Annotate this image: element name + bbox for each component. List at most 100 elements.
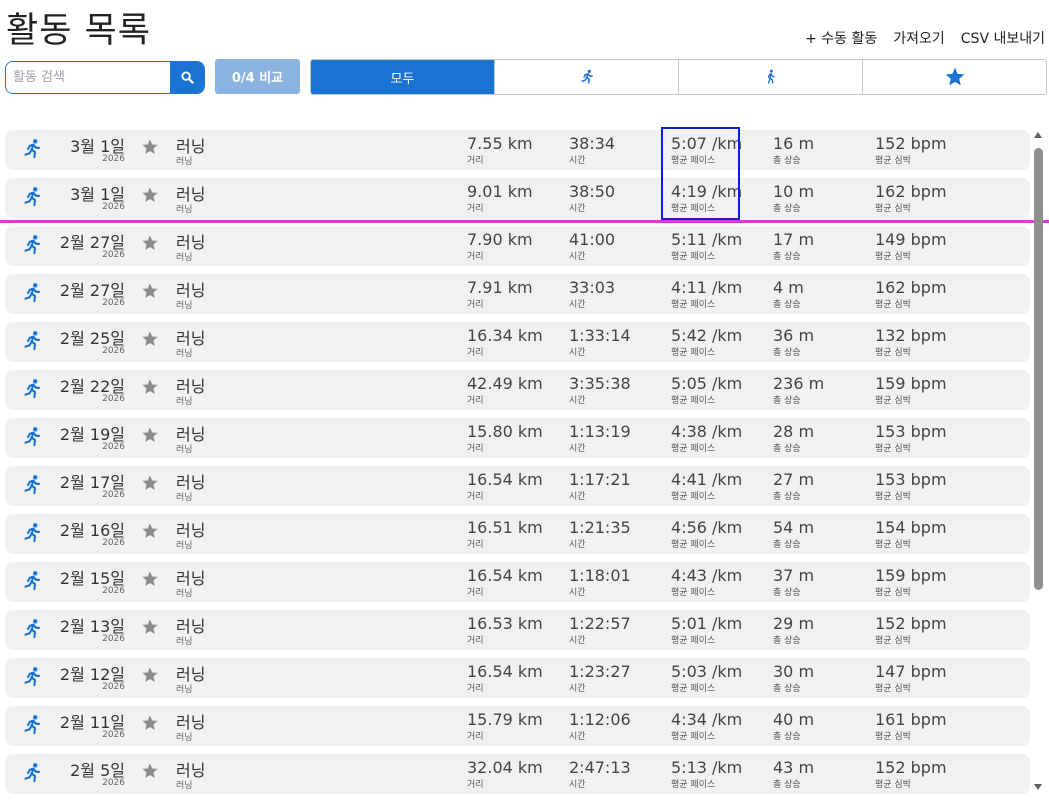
stat-distance: 7.90 km xyxy=(467,230,533,249)
stat-distance: 16.51 km xyxy=(467,518,543,537)
stat-time-label: 시간 xyxy=(569,252,586,262)
activity-row[interactable]: 2월 19일 2026 러닝 러닝 15.80 km 거리 1:13:19 시간 4:38 /k… xyxy=(5,418,1030,458)
star-icon[interactable] xyxy=(141,330,159,348)
activity-row[interactable]: 2월 25일 2026 러닝 러닝 16.34 km 거리 1:33:14 시간 5:42 /k… xyxy=(5,322,1030,362)
activity-row[interactable]: 2월 5일 2026 러닝 러닝 32.04 km 거리 2:47:13 시간 5:13 /km… xyxy=(5,754,1030,794)
divider-line xyxy=(0,220,1049,223)
running-icon xyxy=(21,714,43,736)
activity-year: 2026 xyxy=(102,490,125,500)
stat-ascent: 17 m xyxy=(773,230,815,249)
activity-row[interactable]: 3월 1일 2026 러닝 러닝 9.01 km 거리 38:50 시간 4:19 /km 평균 … xyxy=(5,178,1030,218)
stat-pace-label: 평균 페이스 xyxy=(671,684,716,694)
activity-year: 2026 xyxy=(102,346,125,356)
stat-hr-label: 평균 심박 xyxy=(875,540,911,550)
star-icon[interactable] xyxy=(141,666,159,684)
running-icon xyxy=(21,474,43,496)
star-icon[interactable] xyxy=(141,618,159,636)
stat-ascent-label: 총 상승 xyxy=(773,300,801,310)
stat-hr-label: 평균 심박 xyxy=(875,588,911,598)
activity-row[interactable]: 2월 12일 2026 러닝 러닝 16.54 km 거리 1:23:27 시간 5:03 /k… xyxy=(5,658,1030,698)
search-icon xyxy=(180,71,194,84)
activity-row[interactable]: 2월 11일 2026 러닝 러닝 15.79 km 거리 1:12:06 시간 4:34 /k… xyxy=(5,706,1030,746)
stat-distance-label: 거리 xyxy=(467,300,484,310)
star-icon[interactable] xyxy=(141,234,159,252)
star-icon[interactable] xyxy=(141,762,159,780)
stat-hr-label: 평균 심박 xyxy=(875,492,911,502)
star-icon[interactable] xyxy=(141,186,159,204)
search-input[interactable] xyxy=(6,62,170,93)
activity-list: 3월 1일 2026 러닝 러닝 7.55 km 거리 38:34 시간 5:07 /km 평균 … xyxy=(5,130,1030,800)
activity-year: 2026 xyxy=(102,730,125,740)
stat-time: 1:33:14 xyxy=(569,326,631,345)
stat-hr-label: 평균 심박 xyxy=(875,444,911,454)
scroll-thumb[interactable] xyxy=(1034,148,1043,590)
stat-time-label: 시간 xyxy=(569,204,586,214)
stat-ascent-label: 총 상승 xyxy=(773,396,801,406)
star-icon[interactable] xyxy=(141,522,159,540)
stat-hr: 159 bpm xyxy=(875,566,947,585)
stat-distance: 7.55 km xyxy=(467,134,533,153)
csv-export-button[interactable]: CSV 내보내기 xyxy=(961,28,1045,48)
stat-hr-label: 평균 심박 xyxy=(875,780,911,790)
stat-pace-label: 평균 페이스 xyxy=(671,540,716,550)
running-icon xyxy=(21,426,43,448)
star-icon[interactable] xyxy=(141,714,159,732)
stat-distance-label: 거리 xyxy=(467,540,484,550)
activity-type: 러닝 xyxy=(176,205,193,215)
stat-hr-label: 평균 심박 xyxy=(875,300,911,310)
scroll-down-arrow[interactable] xyxy=(1034,784,1042,790)
stat-distance: 42.49 km xyxy=(467,374,543,393)
stat-time: 1:13:19 xyxy=(569,422,631,441)
stat-time-label: 시간 xyxy=(569,156,586,166)
stat-hr: 154 bpm xyxy=(875,518,947,537)
activity-row[interactable]: 2월 15일 2026 러닝 러닝 16.54 km 거리 1:18:01 시간 4:43 /k… xyxy=(5,562,1030,602)
activity-type: 러닝 xyxy=(176,685,193,695)
stat-ascent: 27 m xyxy=(773,470,815,489)
compare-button[interactable]: 0/4 비교 xyxy=(215,59,300,94)
activity-row[interactable]: 2월 13일 2026 러닝 러닝 16.53 km 거리 1:22:57 시간 5:01 /k… xyxy=(5,610,1030,650)
activity-row[interactable]: 2월 16일 2026 러닝 러닝 16.51 km 거리 1:21:35 시간 4:56 /k… xyxy=(5,514,1030,554)
star-icon[interactable] xyxy=(141,570,159,588)
filter-tab-star[interactable] xyxy=(862,60,1046,94)
star-icon[interactable] xyxy=(141,282,159,300)
stat-ascent-label: 총 상승 xyxy=(773,204,801,214)
stat-ascent-label: 총 상승 xyxy=(773,732,801,742)
stat-distance-label: 거리 xyxy=(467,684,484,694)
running-icon xyxy=(21,570,43,592)
activity-year: 2026 xyxy=(102,538,125,548)
star-icon[interactable] xyxy=(141,474,159,492)
stat-pace-label: 평균 페이스 xyxy=(671,492,716,502)
activity-row[interactable]: 3월 1일 2026 러닝 러닝 7.55 km 거리 38:34 시간 5:07 /km 평균 … xyxy=(5,130,1030,170)
manual-activity-button[interactable]: + 수동 활동 xyxy=(805,28,877,48)
stat-distance-label: 거리 xyxy=(467,732,484,742)
search-button[interactable] xyxy=(170,62,204,93)
star-icon[interactable] xyxy=(141,138,159,156)
stat-ascent: 10 m xyxy=(773,182,815,201)
filter-tab-label: 모두 xyxy=(390,71,415,87)
activity-row[interactable]: 2월 17일 2026 러닝 러닝 16.54 km 거리 1:17:21 시간 4:41 /k… xyxy=(5,466,1030,506)
activity-row[interactable]: 2월 22일 2026 러닝 러닝 42.49 km 거리 3:35:38 시간 5:05 /k… xyxy=(5,370,1030,410)
stat-time: 1:17:21 xyxy=(569,470,631,489)
activity-year: 2026 xyxy=(102,586,125,596)
activity-year: 2026 xyxy=(102,154,125,164)
activity-row[interactable]: 2월 27일 2026 러닝 러닝 7.90 km 거리 41:00 시간 5:11 /km 평균… xyxy=(5,226,1030,266)
stat-ascent: 40 m xyxy=(773,710,815,729)
stat-hr: 161 bpm xyxy=(875,710,947,729)
top-actions: + 수동 활동 가져오기 CSV 내보내기 xyxy=(805,28,1045,48)
stat-hr-label: 평균 심박 xyxy=(875,684,911,694)
filter-tab-walking[interactable] xyxy=(678,60,862,94)
stat-pace: 5:05 /km xyxy=(671,374,743,393)
stat-time: 38:34 xyxy=(569,134,616,153)
running-icon xyxy=(21,186,43,208)
activity-year: 2026 xyxy=(102,682,125,692)
import-button[interactable]: 가져오기 xyxy=(893,28,945,48)
star-icon[interactable] xyxy=(141,426,159,444)
scroll-up-arrow[interactable] xyxy=(1034,132,1042,138)
filter-tab-running[interactable] xyxy=(494,60,678,94)
stat-hr: 162 bpm xyxy=(875,182,947,201)
stat-time: 38:50 xyxy=(569,182,616,201)
stat-hr-label: 평균 심박 xyxy=(875,204,911,214)
star-icon[interactable] xyxy=(141,378,159,396)
activity-row[interactable]: 2월 27일 2026 러닝 러닝 7.91 km 거리 33:03 시간 4:11 /km 평균… xyxy=(5,274,1030,314)
filter-tab-all[interactable]: 모두 xyxy=(311,60,494,94)
